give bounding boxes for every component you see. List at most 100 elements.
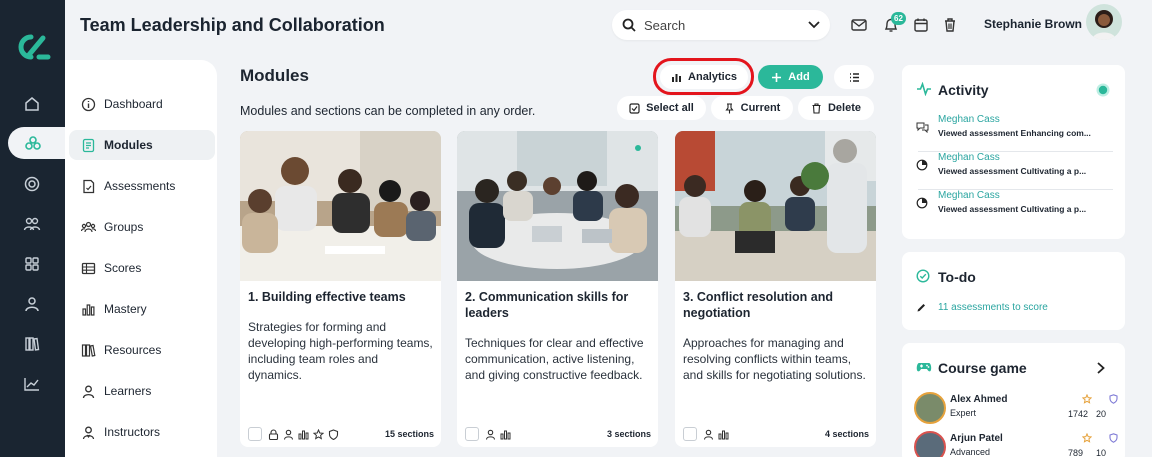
nav-item-dashboard[interactable]: Dashboard <box>69 89 215 119</box>
check-circle-icon <box>916 269 930 283</box>
todo-link[interactable]: 11 assessments to score <box>938 302 1048 313</box>
module-card-image <box>240 131 441 281</box>
module-card[interactable]: 3. Conflict resolution and negotiation A… <box>675 131 876 447</box>
module-card-description: Approaches for managing and resolving co… <box>683 336 866 382</box>
player-badges: 20 <box>1096 409 1107 419</box>
groups-icon <box>81 221 96 232</box>
shield-icon <box>328 428 339 440</box>
nav-item-label: Modules <box>104 138 153 152</box>
module-select-checkbox[interactable] <box>683 427 697 441</box>
activity-description: Viewed assessment Cultivating a p... <box>938 166 1087 176</box>
module-card-title[interactable]: 3. Conflict resolution and negotiation <box>683 289 869 321</box>
select-all-button[interactable]: Select all <box>617 96 706 120</box>
user-icon <box>485 429 496 440</box>
player-points: 1742 <box>1068 409 1089 419</box>
course-game-title: Course game <box>938 360 1027 376</box>
pencil-icon <box>917 304 925 312</box>
delete-label: Delete <box>827 102 862 114</box>
avatar[interactable] <box>1086 4 1122 40</box>
module-card[interactable]: 1. Building effective teams Strategies f… <box>240 131 441 447</box>
gamepad-icon <box>916 363 932 372</box>
activity-description: Viewed assessment Enhancing com... <box>938 128 1091 138</box>
delete-button[interactable]: Delete <box>798 96 874 120</box>
chevron-right-icon[interactable] <box>1096 362 1106 374</box>
nav-item-scores[interactable]: Scores <box>69 253 215 283</box>
grid-icon[interactable] <box>20 252 44 276</box>
activity-title: Activity <box>938 82 989 98</box>
library-icon[interactable] <box>20 332 44 356</box>
module-card-description: Strategies for forming and developing hi… <box>248 320 433 382</box>
activity-item[interactable]: Meghan Cass Viewed assessment Cultivatin… <box>916 152 1113 190</box>
section-subtitle: Modules and sections can be completed in… <box>240 104 536 118</box>
nav-item-mastery[interactable]: Mastery <box>69 294 215 324</box>
app-logo[interactable] <box>12 30 52 64</box>
nav-item-learners[interactable]: Learners <box>69 376 215 406</box>
mail-icon[interactable] <box>850 16 868 34</box>
nav-item-resources[interactable]: Resources <box>69 335 215 365</box>
search-input[interactable]: Search <box>644 18 808 33</box>
info-circle-icon <box>81 97 96 111</box>
page-title: Team Leadership and Collaboration <box>80 15 385 35</box>
books-icon <box>81 343 96 357</box>
pie-chart-icon <box>916 159 928 171</box>
module-icon <box>82 138 95 152</box>
search-bar[interactable]: Search <box>612 10 830 40</box>
trash-icon <box>812 102 821 114</box>
home-icon[interactable] <box>20 92 44 116</box>
nav-item-groups[interactable]: Groups <box>69 212 215 242</box>
trend-icon[interactable] <box>20 372 44 396</box>
module-card-footer: 15 sections <box>248 426 434 442</box>
nav-item-label: Resources <box>104 343 162 357</box>
chevron-down-icon[interactable] <box>808 21 820 29</box>
add-button[interactable]: Add <box>758 65 823 89</box>
bar-chart-icon <box>298 430 309 439</box>
star-icon <box>1082 394 1092 404</box>
shield-icon <box>1109 394 1118 404</box>
player-name: Arjun Patel <box>950 433 1003 444</box>
calendar-icon[interactable] <box>912 16 930 34</box>
module-select-checkbox[interactable] <box>248 427 262 441</box>
nav-item-modules[interactable]: Modules <box>69 130 215 160</box>
user-name: Stephanie Brown <box>984 17 1083 31</box>
module-card-title[interactable]: 2. Communication skills for leaders <box>465 289 651 321</box>
user-icon <box>703 429 714 440</box>
trash-icon[interactable] <box>941 16 959 34</box>
chat-icon <box>916 122 929 133</box>
highlight-ring <box>653 58 754 95</box>
people-icon[interactable] <box>20 212 44 236</box>
player-level: Advanced <box>950 447 991 457</box>
list-view-button[interactable] <box>834 65 874 89</box>
course-game-panel: Course game Alex Ahmed Expert 1742 20 Ar… <box>902 343 1125 457</box>
select-all-label: Select all <box>646 102 694 114</box>
nav-item-label: Instructors <box>104 425 161 439</box>
pulse-icon <box>917 82 931 96</box>
module-card[interactable]: 2. Communication skills for leaders Tech… <box>457 131 658 447</box>
user-icon[interactable] <box>20 292 44 316</box>
player-level: Expert <box>950 408 977 418</box>
nav-item-assessments[interactable]: Assessments <box>69 171 215 201</box>
activity-user[interactable]: Meghan Cass <box>938 114 1000 125</box>
shield-icon <box>1109 433 1118 443</box>
activity-user[interactable]: Meghan Cass <box>938 152 1000 163</box>
module-section-count: 4 sections <box>824 429 869 439</box>
nav-item-instructors[interactable]: Instructors <box>69 417 215 447</box>
player-points: 789 <box>1068 448 1084 457</box>
nav-item-label: Scores <box>104 261 142 275</box>
activity-item[interactable]: Meghan Cass Viewed assessment Cultivatin… <box>916 190 1113 228</box>
current-button[interactable]: Current <box>711 96 793 120</box>
module-card-title[interactable]: 1. Building effective teams <box>248 289 434 305</box>
module-card-description: Techniques for clear and effective commu… <box>465 336 644 382</box>
avatar <box>914 431 946 457</box>
activity-user[interactable]: Meghan Cass <box>938 190 1000 201</box>
nav-item-label: Assessments <box>104 179 176 193</box>
leaderboard-row[interactable]: Arjun Patel Advanced 789 10 <box>914 431 1118 457</box>
module-select-checkbox[interactable] <box>465 427 479 441</box>
leaderboard-row[interactable]: Alex Ahmed Expert 1742 20 <box>914 392 1118 428</box>
star-icon <box>1082 433 1092 443</box>
activity-item[interactable]: Meghan Cass Viewed assessment Enhancing … <box>916 114 1113 152</box>
modules-rail-icon[interactable] <box>21 131 45 155</box>
section-title: Modules <box>240 66 309 85</box>
target-icon[interactable] <box>20 172 44 196</box>
user-icon <box>82 385 95 398</box>
module-card-image <box>675 131 876 281</box>
